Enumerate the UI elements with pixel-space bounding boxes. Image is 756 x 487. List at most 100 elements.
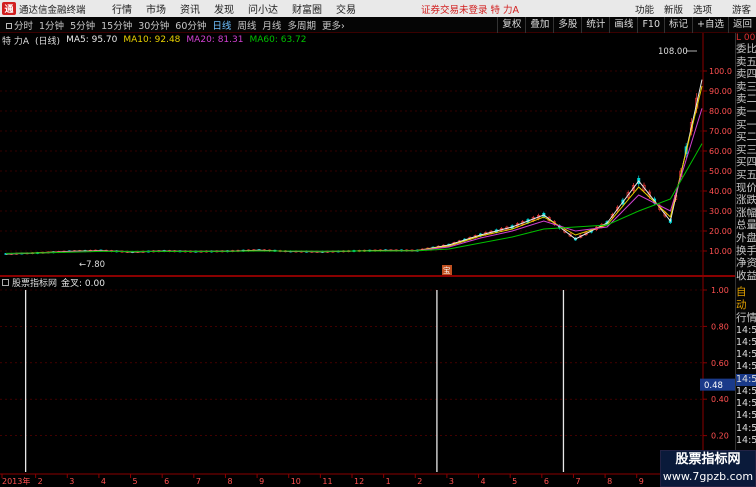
menu-options[interactable]: 选项	[688, 2, 717, 16]
menu-trade[interactable]: 交易	[329, 1, 363, 16]
quote-label: 买五	[736, 168, 756, 181]
date-tick-label: 3	[449, 477, 454, 486]
title-right-menu: 功能 新版 选项 游客	[630, 0, 756, 17]
tick-time: 14:50	[736, 385, 756, 397]
multi-stock-button[interactable]: 多股	[553, 17, 581, 33]
ma60-label: MA60: 63.72	[249, 35, 307, 45]
tick-time: 14:50	[736, 349, 756, 361]
price-tick-label: 50.00	[709, 167, 732, 176]
price-tick-label: 90.00	[709, 87, 732, 96]
indicator-tick-label: 0.60	[711, 359, 729, 368]
site-watermark: 股票指标网 www.7gpzb.com	[660, 450, 756, 487]
ma5-label: MA5: 95.70	[66, 35, 118, 45]
date-tick-label: 10	[291, 477, 301, 486]
quote-mode-label: 行情	[736, 312, 756, 325]
indicator-current-value: 0.48	[704, 381, 723, 391]
tab-monthly[interactable]: 月线	[259, 18, 284, 32]
indicator-value: 金叉: 0.00	[61, 278, 105, 289]
menu-discover[interactable]: 发现	[207, 1, 241, 16]
add-watchlist-button[interactable]: +自选	[692, 17, 728, 33]
draw-line-button[interactable]: 画线	[609, 17, 637, 33]
quote-label: 买四	[736, 156, 756, 169]
auto-quote-toggle[interactable]: 自动	[736, 286, 756, 312]
menu-market[interactable]: 市场	[139, 1, 173, 16]
price-tick-label: 80.00	[709, 107, 732, 116]
adjust-price-button[interactable]: 复权	[497, 17, 525, 33]
tick-time: 14:50	[736, 361, 756, 373]
ma20-label: MA20: 81.31	[186, 35, 244, 45]
menu-ask-xiaoda[interactable]: 问小达	[241, 1, 285, 16]
price-tick-label: 100.0	[709, 67, 732, 76]
ma10-label: MA10: 92.48	[123, 35, 181, 45]
event-badge-label: 宝	[443, 265, 451, 275]
menu-new-version[interactable]: 新版	[659, 2, 688, 16]
indicator-header: 股票指标网 金叉: 0.00	[0, 276, 105, 289]
indicator-toggle-icon[interactable]	[2, 278, 9, 286]
chart-period: (日线)	[35, 36, 61, 47]
quote-label: 涨跌	[736, 194, 756, 207]
price-tick-label: 60.00	[709, 147, 732, 156]
quote-label: 收益	[736, 269, 756, 282]
stock-code: L 0000	[736, 33, 756, 43]
date-tick-label: 11	[322, 477, 332, 486]
max-price-label: 108.00	[658, 47, 688, 57]
app-logo-icon: 通	[2, 2, 16, 15]
price-tick-label: 20.00	[709, 227, 732, 236]
price-tick-label: 30.00	[709, 207, 732, 216]
quote-label: 卖一	[736, 105, 756, 118]
statistics-button[interactable]: 统计	[581, 17, 609, 33]
quote-label: 卖三	[736, 80, 756, 93]
tab-1min[interactable]: 1分钟	[36, 18, 67, 32]
date-tick-label: 8	[607, 477, 612, 486]
quote-label: 买一	[736, 118, 756, 131]
chart-tools: 复权 叠加 多股 统计 画线 F10 标记 +自选 返回	[497, 17, 756, 33]
quote-label: 卖五	[736, 55, 756, 68]
quote-side-panel: L 0000 委比 卖五 卖四 卖三 卖二 卖一 买一 买二 买三 买四 买五 …	[735, 33, 756, 487]
tab-5min[interactable]: 5分钟	[67, 18, 98, 32]
f10-button[interactable]: F10	[637, 17, 664, 33]
tab-weekly[interactable]: 周线	[234, 18, 259, 32]
quote-label: 卖二	[736, 93, 756, 106]
tab-30min[interactable]: 30分钟	[135, 18, 172, 32]
menu-functions[interactable]: 功能	[630, 2, 659, 16]
kline-chart[interactable]: 100.0 90.00 80.00 70.00 60.00 50.00 40.00 30.00…	[0, 33, 735, 276]
tick-time: 14:50	[736, 373, 756, 386]
stock-name: 特 力A	[2, 36, 30, 47]
tick-time: 14:50	[736, 410, 756, 422]
back-button[interactable]: 返回	[727, 17, 756, 33]
guest-user[interactable]: 游客	[727, 2, 756, 16]
date-tick-label: 3	[69, 477, 74, 486]
period-tabs: 分时 1分钟 5分钟 15分钟 30分钟 60分钟 日线 周线 月线 多周期 更…	[0, 18, 348, 32]
date-tick-label: 2013年	[2, 476, 30, 486]
menu-wealth-circle[interactable]: 财富圈	[285, 1, 329, 16]
indicator-chart[interactable]: 1.00 0.80 0.60 0.40 0.20 0.48 2013年 2 3 4 5 6 7 8 9 10 1…	[0, 276, 735, 487]
main-menu: 行情 市场 资讯 发现 问小达 财富圈 交易	[105, 1, 363, 16]
menu-news[interactable]: 资讯	[173, 1, 207, 16]
period-toolbar: 分时 1分钟 5分钟 15分钟 30分钟 60分钟 日线 周线 月线 多周期 更…	[0, 17, 756, 33]
quote-label: 委比	[736, 43, 756, 55]
trade-login-notice[interactable]: 证券交易未登录 特 力A	[421, 2, 519, 16]
main-chart-header: 特 力A (日线) MA5: 95.70 MA10: 92.48 MA20: 8…	[0, 34, 313, 47]
tab-daily[interactable]: 日线	[209, 18, 234, 32]
menu-market-quotes[interactable]: 行情	[105, 1, 139, 16]
date-tick-label: 9	[259, 477, 264, 486]
tick-time: 14:50	[736, 422, 756, 434]
app-name: 通达信金融终端	[19, 4, 86, 16]
date-tick-label: 4	[101, 477, 106, 486]
date-tick-label: 1	[386, 477, 391, 486]
tab-multi-period[interactable]: 多周期	[284, 18, 319, 32]
quote-label: 换手	[736, 244, 756, 257]
date-tick-label: 6	[164, 477, 169, 486]
quote-label: 外盘	[736, 231, 756, 244]
tab-more[interactable]: 更多›	[319, 18, 348, 32]
tab-15min[interactable]: 15分钟	[98, 18, 135, 32]
quote-label: 卖四	[736, 68, 756, 81]
tab-intraday[interactable]: 分时	[3, 18, 36, 32]
quote-label: 现价	[736, 181, 756, 194]
date-tick-label: 7	[575, 477, 580, 486]
quote-label: 买二	[736, 131, 756, 144]
indicator-name: 股票指标网	[12, 278, 58, 289]
tab-60min[interactable]: 60分钟	[172, 18, 209, 32]
mark-button[interactable]: 标记	[664, 17, 692, 33]
overlay-button[interactable]: 叠加	[525, 17, 553, 33]
